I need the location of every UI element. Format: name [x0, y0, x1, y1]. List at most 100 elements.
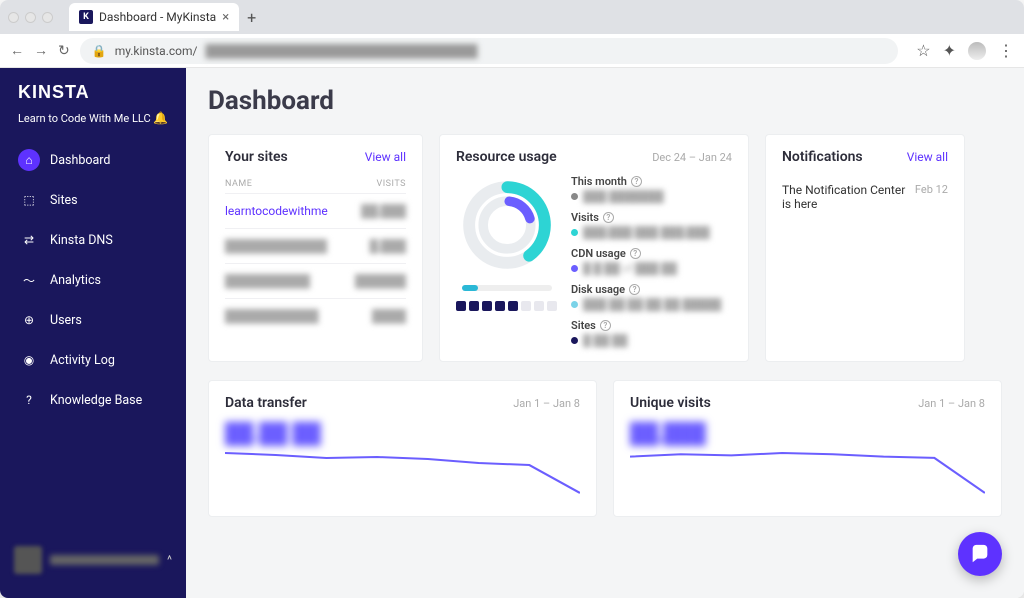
nav-label: Activity Log: [50, 353, 115, 368]
metric-value: █ █ ██ of ███ ██: [571, 262, 721, 275]
metric-value: ███ ██ ██ ██ ██ █████: [571, 298, 721, 311]
dt-range: Jan 1 – Jan 8: [513, 397, 580, 410]
menu-icon[interactable]: ⋮: [998, 41, 1014, 60]
notification-row[interactable]: The Notification Center is hereFeb 12: [782, 175, 948, 219]
nav-icon: ⌂: [18, 149, 40, 171]
uv-range: Jan 1 – Jan 8: [918, 397, 985, 410]
sites-card: Your sites View all NAME VISITS learntoc…: [208, 134, 423, 362]
unique-visits-chart: [630, 448, 985, 498]
notification-text: The Notification Center is here: [782, 183, 915, 211]
url-path: ████████████████████████████████: [205, 44, 477, 58]
user-name-blurred: [50, 555, 159, 565]
metric-label: Disk usage ?: [571, 283, 721, 296]
info-icon[interactable]: ?: [629, 284, 640, 295]
notif-view-all[interactable]: View all: [907, 150, 948, 164]
sidebar-item-sites[interactable]: ⬚ Sites: [0, 181, 186, 219]
sidebar-item-analytics[interactable]: 〜Analytics: [0, 261, 186, 299]
metric-disk-usage: Disk usage ? ███ ██ ██ ██ ██ █████: [571, 283, 721, 311]
window-controls[interactable]: [8, 12, 53, 23]
nav-label: Knowledge Base: [50, 393, 142, 408]
browser-tabstrip: K Dashboard - MyKinsta × +: [0, 0, 1024, 34]
notif-title: Notifications: [782, 149, 863, 165]
info-icon[interactable]: ?: [603, 212, 614, 223]
site-row[interactable]: ███████████████: [225, 298, 406, 333]
reload-button[interactable]: ↻: [58, 43, 70, 59]
nav-icon: ?: [18, 389, 40, 411]
chevron-up-icon: ^: [167, 553, 172, 567]
back-button[interactable]: ←: [10, 42, 24, 59]
sidebar: KINSTA Learn to Code With Me LLC 🔔 ⌂Dash…: [0, 68, 186, 598]
site-visits: ████: [372, 309, 406, 323]
site-name[interactable]: ███████████: [225, 309, 319, 323]
info-icon[interactable]: ?: [630, 248, 641, 259]
new-tab-button[interactable]: +: [247, 8, 256, 27]
avatar: [14, 546, 42, 574]
site-row[interactable]: learntocodewithme ██,███: [225, 193, 406, 228]
metric-value: █ ██ ██: [571, 334, 721, 347]
site-row[interactable]: ████████████████: [225, 263, 406, 298]
uv-stat: ██,███: [630, 421, 985, 446]
site-visits: ██████: [355, 274, 406, 288]
nav-icon: 〜: [18, 269, 40, 291]
info-icon[interactable]: ?: [600, 320, 611, 331]
sidebar-item-knowledge-base[interactable]: ? Knowledge Base: [0, 381, 186, 419]
sidebar-item-dashboard[interactable]: ⌂Dashboard: [0, 141, 186, 179]
sites-squares: [456, 301, 557, 311]
forward-button[interactable]: →: [34, 42, 48, 59]
resource-card: Resource usage Dec 24 – Jan 24: [439, 134, 749, 362]
site-row[interactable]: ████████████ █,███: [225, 228, 406, 263]
close-icon[interactable]: ×: [222, 10, 229, 25]
sidebar-item-activity-log[interactable]: ◉Activity Log: [0, 341, 186, 379]
site-visits: █,███: [370, 239, 406, 253]
sidebar-item-kinsta-dns[interactable]: ⇄Kinsta DNS: [0, 221, 186, 259]
browser-tab[interactable]: K Dashboard - MyKinsta ×: [69, 3, 239, 31]
nav-label: Sites: [50, 193, 78, 208]
resource-range: Dec 24 – Jan 24: [652, 151, 732, 164]
metric-label: Sites ?: [571, 319, 721, 332]
nav-label: Users: [50, 313, 82, 328]
bell-icon[interactable]: 🔔: [153, 111, 168, 125]
metric-this-month: This month ? ███ ███████: [571, 175, 721, 203]
sidebar-user[interactable]: ^: [0, 536, 186, 584]
browser-toolbar: ← → ↻ 🔒 my.kinsta.com/ █████████████████…: [0, 34, 1024, 68]
col-name: NAME: [225, 179, 252, 189]
sites-view-all[interactable]: View all: [365, 150, 406, 164]
site-visits: ██,███: [361, 204, 406, 218]
nav-icon: ⬚: [18, 189, 40, 211]
progress-bar: [462, 285, 552, 291]
url-bar[interactable]: 🔒 my.kinsta.com/ ███████████████████████…: [80, 38, 899, 64]
chat-fab[interactable]: [958, 532, 1002, 576]
metric-label: This month ?: [571, 175, 721, 188]
profile-icon[interactable]: [968, 42, 986, 60]
extensions-icon[interactable]: ✦: [943, 41, 956, 60]
url-host: my.kinsta.com/: [115, 44, 198, 58]
metric-label: Visits ?: [571, 211, 721, 224]
chat-icon: [969, 543, 991, 565]
site-name[interactable]: ██████████: [225, 274, 310, 288]
site-name[interactable]: learntocodewithme: [225, 204, 328, 218]
metric-label: CDN usage ?: [571, 247, 721, 260]
unique-visits-card: Unique visits Jan 1 – Jan 8 ██,███: [613, 380, 1002, 517]
resource-title: Resource usage: [456, 149, 557, 165]
sites-card-title: Your sites: [225, 149, 288, 165]
dt-title: Data transfer: [225, 395, 307, 411]
favicon-icon: K: [79, 10, 93, 24]
main-content: Dashboard Your sites View all NAME VISIT…: [186, 68, 1024, 598]
data-transfer-chart: [225, 448, 580, 498]
notifications-card: Notifications View all The Notification …: [765, 134, 965, 362]
page-title: Dashboard: [208, 86, 1002, 116]
metric-visits: Visits ? ███,███ ███ ███,███: [571, 211, 721, 239]
sidebar-item-users[interactable]: ⊕ Users: [0, 301, 186, 339]
data-transfer-card: Data transfer Jan 1 – Jan 8 ██.██ ██: [208, 380, 597, 517]
info-icon[interactable]: ?: [631, 176, 642, 187]
metric-value: ███ ███████: [571, 190, 721, 203]
metric-cdn-usage: CDN usage ? █ █ ██ of ███ ██: [571, 247, 721, 275]
notification-date: Feb 12: [915, 183, 948, 196]
brand-logo[interactable]: KINSTA: [0, 82, 186, 111]
nav-icon: ⊕: [18, 309, 40, 331]
site-name[interactable]: ████████████: [225, 239, 327, 253]
lock-icon: 🔒: [92, 44, 107, 58]
metric-value: ███,███ ███ ███,███: [571, 226, 721, 239]
bookmark-icon[interactable]: ☆: [916, 41, 930, 60]
tab-title: Dashboard - MyKinsta: [99, 10, 216, 24]
